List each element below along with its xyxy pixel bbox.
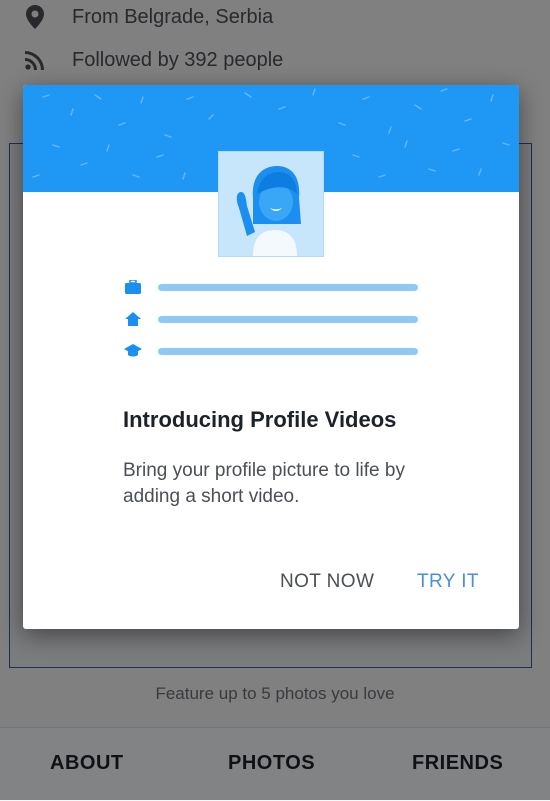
home-placeholder-bar xyxy=(158,316,418,323)
dialog-body: Bring your profile picture to life by ad… xyxy=(123,460,405,507)
home-icon xyxy=(123,311,143,327)
briefcase-icon xyxy=(123,279,143,295)
try-it-button[interactable]: TRY IT xyxy=(415,567,481,597)
education-placeholder-row xyxy=(123,343,423,375)
profile-videos-dialog: Introducing Profile Videos Bring your pr… xyxy=(23,85,519,629)
education-placeholder-bar xyxy=(158,348,418,355)
waving-avatar-illustration xyxy=(218,151,324,257)
home-placeholder-row xyxy=(123,311,423,343)
dialog-title: Introducing Profile Videos xyxy=(123,407,397,432)
graduation-cap-icon xyxy=(123,343,143,359)
profile-placeholder-lines xyxy=(123,279,423,375)
work-placeholder-bar xyxy=(158,284,418,291)
work-placeholder-row xyxy=(123,279,423,311)
not-now-button[interactable]: NOT NOW xyxy=(278,567,376,597)
